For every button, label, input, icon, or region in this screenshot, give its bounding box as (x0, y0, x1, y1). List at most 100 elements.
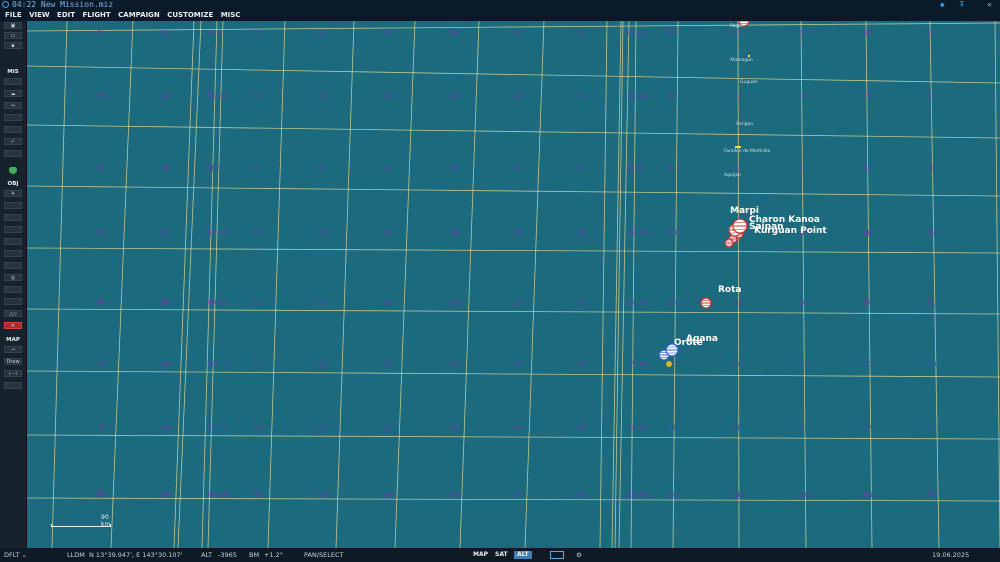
grid-line-v18 (800, 21, 807, 548)
grid-label: UN (317, 491, 327, 499)
map-canvas[interactable]: PL QL RL SL TL UL VL WL XL YL ZL AL BL CL DL EL FL PK QK… (27, 21, 1000, 548)
nav-point-button[interactable] (4, 286, 22, 293)
weather-icon-button[interactable]: ☁ (4, 90, 22, 97)
helicopter-icon-button[interactable] (4, 202, 22, 209)
grid-label: ZJ AJ (627, 164, 643, 172)
open-folder-button[interactable]: ▭ (4, 32, 22, 39)
grid-label: FB (927, 229, 936, 237)
mission-goals-button[interactable] (4, 78, 22, 85)
grid-label: RP SP (207, 424, 227, 432)
wifi-icon[interactable]: ◆ (940, 0, 945, 9)
vehicle-icon-button[interactable] (4, 226, 22, 233)
grid-label: QN (160, 491, 171, 499)
place-label[interactable]: Kurguan Point (754, 226, 827, 236)
grid-label: EJ (863, 164, 870, 172)
grid-label: XJ (513, 164, 520, 172)
grid-label: WV (449, 360, 461, 368)
view-sat-button[interactable]: SAT (492, 551, 511, 559)
mode-label: PAN/SELECT (304, 551, 344, 559)
grid-label: BB (668, 229, 678, 237)
plane-icon-button[interactable]: ✈ (4, 190, 22, 197)
grid-line-v10 (524, 21, 545, 548)
airfield-marker-rota[interactable] (700, 297, 712, 309)
check-icon-button[interactable]: ✓ (4, 138, 22, 145)
save-button[interactable]: ▪ (4, 42, 22, 49)
grid-line-v21 (994, 21, 1000, 548)
grid-label: XN (513, 491, 523, 499)
grid-label: FL (927, 29, 935, 37)
resources-button[interactable] (4, 114, 22, 121)
profile-dropdown[interactable]: DFLT ⌄ (4, 548, 27, 562)
group-icon-button[interactable] (4, 250, 22, 257)
options-button[interactable] (4, 150, 22, 157)
grid-label: BA (668, 299, 678, 307)
coords-mode[interactable]: LLDM (67, 548, 85, 562)
grid-label: CP (733, 424, 742, 432)
grid-line-h7 (27, 434, 1000, 440)
key-icon-button[interactable]: ⊸ (4, 346, 22, 353)
target-icon-button[interactable]: ◎ (4, 274, 22, 281)
delete-icon-button[interactable]: ✕ (4, 322, 22, 329)
new-mission-button[interactable]: ▣ (4, 22, 22, 29)
view-alt-button[interactable]: ALT (514, 551, 532, 559)
island-label: Aguijan (724, 172, 741, 178)
airfield-marker-tinian[interactable] (724, 238, 734, 248)
close-icon[interactable]: ✕ (987, 0, 992, 9)
grid-label: PN (97, 491, 106, 499)
grid-label: DJ (799, 164, 806, 172)
airfield-marker-saipan-4[interactable] (732, 218, 748, 234)
grid-label: BJ (668, 164, 675, 172)
green-circle-icon[interactable] (4, 167, 22, 174)
grid-label: PK (97, 92, 106, 100)
static-object-button[interactable] (4, 238, 22, 245)
grid-label: FQ (927, 360, 937, 368)
menu-customize[interactable]: CUSTOMIZE (167, 10, 213, 21)
trigger-zone-button[interactable] (4, 262, 22, 269)
grid-line-v14 (618, 21, 630, 548)
grid-line-h2 (27, 124, 1000, 139)
grid-label: WJ (449, 164, 458, 172)
signal-icon[interactable]: Ŧ (960, 0, 965, 9)
menu-flight[interactable]: FLIGHT (82, 10, 110, 21)
measure-button[interactable]: ⊢⊣ (4, 370, 22, 377)
grid-label: XL (513, 29, 522, 37)
menu-edit[interactable]: EDIT (57, 10, 75, 21)
unit-marker-guam[interactable] (666, 361, 672, 367)
menu-view[interactable]: VIEW (29, 10, 50, 21)
shapes-icon-button[interactable]: △◇ (4, 310, 22, 317)
layers-button[interactable] (4, 382, 22, 389)
grid-label: FP (927, 424, 935, 432)
place-label[interactable]: Rota (718, 285, 742, 295)
map-view[interactable]: PL QL RL SL TL UL VL WL XL YL ZL AL BL CL DL EL FL PK QK… (27, 21, 1000, 548)
settings-icon[interactable]: ⚙ (576, 548, 582, 562)
grid-label: XK (513, 92, 523, 100)
place-label[interactable]: Agana (686, 334, 718, 344)
grid-label: PL (97, 29, 105, 37)
grid-line-v2 (173, 21, 195, 548)
layers-toggle-icon[interactable] (550, 551, 564, 559)
draw-button[interactable]: Draw (4, 358, 22, 365)
datetime: 19.06.2025 18:36:56 (932, 551, 970, 559)
grid-label: CN (733, 491, 743, 499)
grid-label: QL (160, 29, 170, 37)
ruler-button[interactable] (4, 298, 22, 305)
ship-icon-button[interactable] (4, 214, 22, 221)
menu-campaign[interactable]: CAMPAIGN (118, 10, 160, 21)
map-scale: 90 km (51, 514, 111, 528)
mis-section-label: MIS (7, 69, 19, 75)
briefing-button[interactable] (4, 126, 22, 133)
grid-label: FA (927, 299, 935, 307)
grid-label: EN (863, 491, 873, 499)
grid-label: TL (252, 29, 261, 37)
grid-label: DN (799, 491, 810, 499)
island-dot-fdm (735, 146, 741, 148)
triggers-button[interactable]: ⤳ (4, 102, 22, 109)
grid-label: TK (252, 92, 262, 100)
view-map-button[interactable]: MAP (470, 551, 491, 559)
menu-misc[interactable]: MISC (221, 10, 241, 21)
grid-label: PJ (97, 164, 103, 172)
menu-bar: FILE VIEW EDIT FLIGHT CAMPAIGN CUSTOMIZE… (0, 10, 1000, 21)
menu-file[interactable]: FILE (5, 10, 22, 21)
grid-label: VP (383, 424, 392, 432)
grid-line-h4 (27, 247, 1000, 254)
